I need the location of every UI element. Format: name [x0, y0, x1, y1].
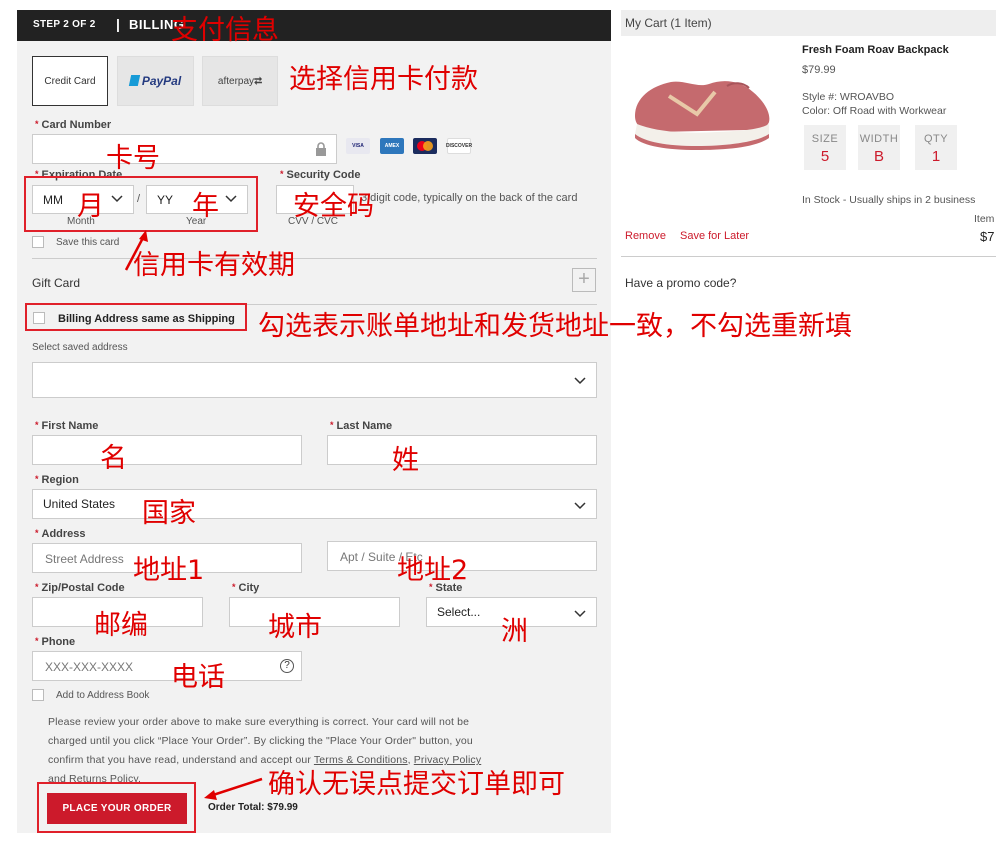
- annotation-state: 洲: [501, 616, 528, 647]
- annotation-arrows: [124, 230, 263, 800]
- annotation-card-number: 卡号: [106, 143, 160, 174]
- annotation-country: 国家: [142, 498, 196, 529]
- annotation-address1: 地址1: [133, 555, 205, 586]
- annotation-choose-credit-card: 选择信用卡付款: [289, 64, 478, 95]
- annotation-confirm: 确认无误点提交订单即可: [268, 769, 565, 800]
- annotation-security-code: 安全码: [293, 191, 374, 222]
- annotation-last-name: 姓: [392, 445, 419, 476]
- arrow-icon: [209, 777, 263, 798]
- annotation-first-name: 名: [100, 443, 127, 474]
- annotation-expiry: 信用卡有效期: [133, 250, 295, 281]
- annotation-year: 年: [192, 191, 219, 222]
- annotation-month: 月: [77, 191, 104, 222]
- annotation-address2: 地址2: [397, 555, 469, 586]
- annotation-city: 城市: [268, 612, 322, 643]
- annotation-phone: 电话: [171, 662, 225, 693]
- annotation-billing-note: 勾选表示账单地址和发货地址一致，不勾选重新填: [258, 311, 852, 342]
- arrow-head-icon: [204, 790, 217, 800]
- annotation-zip: 邮编: [94, 610, 148, 641]
- annotation-payment-info: 支付信息: [171, 15, 279, 46]
